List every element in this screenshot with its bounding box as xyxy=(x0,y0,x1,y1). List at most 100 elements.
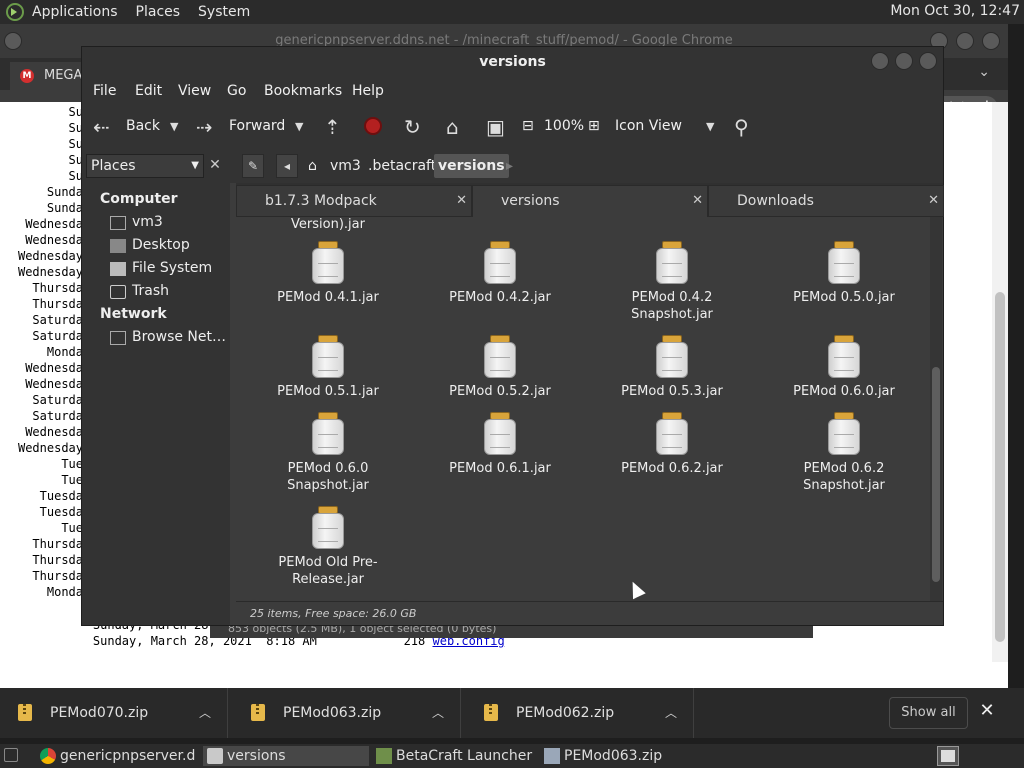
menu-places[interactable]: Places xyxy=(136,4,181,20)
computer-icon[interactable]: ▣ xyxy=(486,115,505,139)
chevron-down-icon: ▼ xyxy=(191,160,199,171)
file-item[interactable]: PEMod 0.5.3.jar xyxy=(592,335,752,400)
crumb-betacraft[interactable]: .betacraft xyxy=(364,154,440,178)
jar-file-icon xyxy=(655,412,689,456)
task-chrome[interactable]: genericpnpserver.d... xyxy=(36,746,196,766)
menu-bookmarks[interactable]: Bookmarks xyxy=(264,83,342,99)
workspace-switcher[interactable] xyxy=(937,746,959,766)
sidebar-header-computer: Computer xyxy=(100,191,178,207)
listing-day: Monda xyxy=(46,585,83,599)
show-all-button[interactable]: Show all xyxy=(889,697,968,729)
minimize-button[interactable] xyxy=(871,52,889,70)
tab-versions[interactable]: versions ✕ xyxy=(472,185,708,217)
download-item[interactable]: PEMod063.zip ︿ xyxy=(233,688,461,738)
distro-logo-icon[interactable] xyxy=(6,3,24,21)
zip-file-icon xyxy=(484,704,498,721)
file-item[interactable]: PEMod 0.6.1.jar xyxy=(420,412,580,477)
close-sidebar-icon[interactable]: ✕ xyxy=(206,155,224,175)
sidebar-item-trash[interactable]: Trash xyxy=(132,283,169,299)
home-folder-icon[interactable]: ⌂ xyxy=(446,115,459,139)
drive-icon xyxy=(110,262,126,276)
view-mode-dropdown[interactable]: ▼ xyxy=(706,120,714,133)
up-arrow-icon[interactable]: ⇡ xyxy=(324,115,341,139)
crumb-vm3[interactable]: vm3 xyxy=(326,154,365,178)
fm-scrollbar[interactable] xyxy=(930,217,942,601)
tab-b173-modpack[interactable]: b1.7.3 Modpack ✕ xyxy=(236,185,472,217)
task-pemod063[interactable]: PEMod063.zip xyxy=(540,746,706,766)
file-item[interactable]: PEMod 0.6.2.jar xyxy=(592,412,752,477)
menu-file[interactable]: File xyxy=(93,83,116,99)
reload-icon[interactable]: ↻ xyxy=(404,115,421,139)
back-icon[interactable]: ⇠ xyxy=(93,115,110,139)
file-item[interactable]: PEMod 0.5.1.jar xyxy=(248,335,408,400)
download-item[interactable]: PEMod062.zip ︿ xyxy=(466,688,694,738)
file-item[interactable]: PEMod 0.6.2 Snapshot.jar xyxy=(764,412,924,494)
task-versions[interactable]: versions xyxy=(203,746,369,766)
download-filename: PEMod062.zip xyxy=(516,705,615,721)
menu-help[interactable]: Help xyxy=(352,83,384,99)
stop-icon[interactable] xyxy=(364,117,382,135)
path-left-arrow-icon[interactable]: ◂ xyxy=(276,154,298,178)
sidebar-item-file-system[interactable]: File System xyxy=(132,260,212,276)
file-item[interactable]: PEMod 0.4.2 Snapshot.jar xyxy=(592,241,752,323)
task-betacraft[interactable]: BetaCraft Launcher ... xyxy=(372,746,538,766)
chevron-down-icon[interactable]: ⌄ xyxy=(978,64,990,80)
back-button[interactable]: Back xyxy=(126,118,160,134)
maximize-button[interactable] xyxy=(956,32,974,50)
jar-file-icon xyxy=(311,412,345,456)
close-tab-icon[interactable]: ✕ xyxy=(928,186,939,216)
sidebar-item-vm3[interactable]: vm3 xyxy=(132,214,163,230)
menu-applications[interactable]: Applications xyxy=(32,4,118,20)
search-icon[interactable]: ⚲ xyxy=(734,115,749,139)
page-scrollbar[interactable] xyxy=(992,102,1008,662)
listing-day: Saturda xyxy=(32,329,83,343)
jar-file-icon xyxy=(655,241,689,285)
sidebar-item-browse-network[interactable]: Browse Net… xyxy=(132,329,226,345)
desktop-folder-icon xyxy=(110,239,126,253)
zoom-in-icon[interactable]: ⊞ xyxy=(588,118,600,134)
tab-downloads[interactable]: Downloads ✕ xyxy=(708,185,944,217)
window-menu-button[interactable] xyxy=(4,32,22,50)
chevron-up-icon[interactable]: ︿ xyxy=(432,688,444,738)
file-label: PEMod 0.6.0.jar xyxy=(793,384,895,399)
crumb-versions[interactable]: versions xyxy=(434,154,509,178)
close-button[interactable] xyxy=(919,52,937,70)
view-mode-select[interactable]: Icon View xyxy=(615,118,682,134)
fm-title-bar[interactable]: versions xyxy=(82,47,943,77)
file-item[interactable]: PEMod Old Pre-Release.jar xyxy=(248,506,408,588)
menu-go[interactable]: Go xyxy=(227,83,246,99)
close-downloads-icon[interactable]: ✕ xyxy=(978,700,996,724)
close-tab-icon[interactable]: ✕ xyxy=(692,186,703,216)
edit-location-icon[interactable]: ✎ xyxy=(242,154,264,178)
file-item[interactable]: PEMod 0.4.1.jar xyxy=(248,241,408,306)
places-selector[interactable]: Places ▼ xyxy=(86,154,204,178)
file-item[interactable]: PEMod 0.6.0.jar xyxy=(764,335,924,400)
scroll-thumb[interactable] xyxy=(932,367,940,582)
file-item[interactable]: PEMod 0.4.2.jar xyxy=(420,241,580,306)
chevron-up-icon[interactable]: ︿ xyxy=(199,688,211,738)
file-item[interactable]: PEMod 0.6.0 Snapshot.jar xyxy=(248,412,408,494)
zoom-out-icon[interactable]: ⊟ xyxy=(522,118,534,134)
menu-view[interactable]: View xyxy=(178,83,211,99)
close-tab-icon[interactable]: ✕ xyxy=(456,186,467,216)
tab-mega[interactable]: M MEGA xyxy=(10,62,90,90)
file-item[interactable]: PEMod 0.5.2.jar xyxy=(420,335,580,400)
path-right-arrow-icon[interactable]: ▸ xyxy=(502,154,517,178)
back-history-dropdown[interactable]: ▼ xyxy=(170,120,178,133)
show-desktop-icon[interactable] xyxy=(4,748,18,762)
file-item[interactable]: PEMod 0.5.0.jar xyxy=(764,241,924,306)
sidebar-item-desktop[interactable]: Desktop xyxy=(132,237,190,253)
forward-history-dropdown[interactable]: ▼ xyxy=(295,120,303,133)
menu-system[interactable]: System xyxy=(198,4,250,20)
close-button[interactable] xyxy=(982,32,1000,50)
maximize-button[interactable] xyxy=(895,52,913,70)
chevron-up-icon[interactable]: ︿ xyxy=(665,688,677,738)
scroll-thumb[interactable] xyxy=(995,292,1005,642)
home-crumb-icon[interactable]: ⌂ xyxy=(304,154,321,178)
download-item[interactable]: PEMod070.zip ︿ xyxy=(0,688,228,738)
clock[interactable]: Mon Oct 30, 12:47 xyxy=(890,3,1020,19)
forward-button[interactable]: Forward xyxy=(229,118,285,134)
menu-edit[interactable]: Edit xyxy=(135,83,162,99)
file-label[interactable]: Version).jar xyxy=(238,217,418,232)
forward-icon[interactable]: ⇢ xyxy=(196,115,213,139)
